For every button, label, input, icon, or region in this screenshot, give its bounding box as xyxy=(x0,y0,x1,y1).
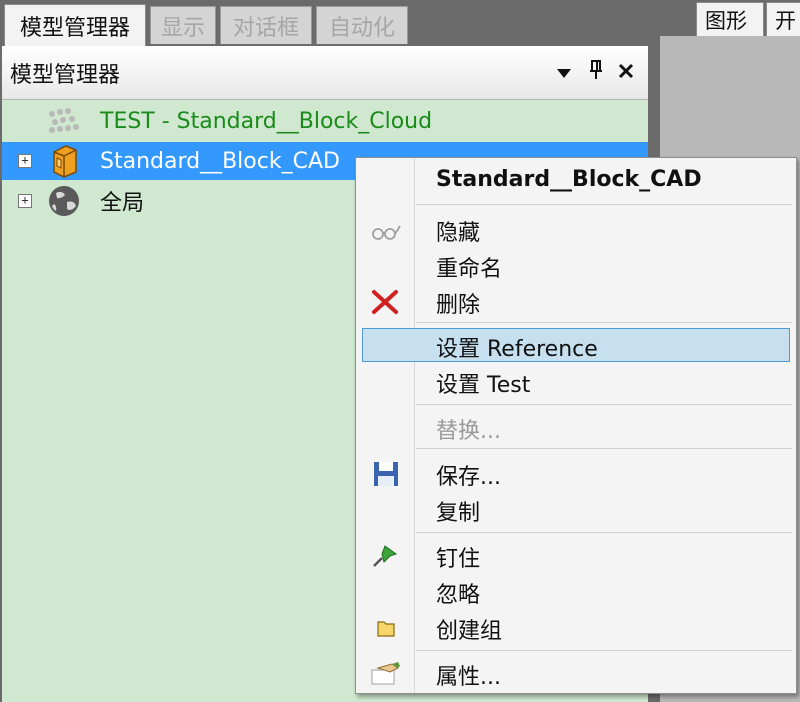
tree-item-label: 全局 xyxy=(100,191,145,216)
tree-item-label: TEST - Standard__Block_Cloud xyxy=(100,108,433,134)
menu-item-rename[interactable]: 重命名 xyxy=(356,248,796,284)
dropdown-arrow-icon[interactable] xyxy=(552,60,576,84)
tab-model-manager[interactable]: 模型管理器 xyxy=(4,4,146,46)
cad-block-icon xyxy=(53,145,77,178)
menu-item-copy[interactable]: 复制 xyxy=(356,492,796,528)
point-cloud-icon xyxy=(49,108,79,133)
tab-display[interactable]: 显示 xyxy=(150,6,216,44)
glasses-icon xyxy=(372,225,401,240)
pushpin-icon xyxy=(373,545,398,567)
tree-item-label: Standard__Block_CAD xyxy=(100,148,340,174)
delete-x-icon xyxy=(372,290,398,314)
expand-toggle[interactable]: + xyxy=(18,154,32,168)
menu-separator xyxy=(416,404,792,405)
menu-item-delete[interactable]: 删除 xyxy=(356,284,796,320)
tab-graphics[interactable]: 图形 xyxy=(696,2,764,36)
menu-item-replace: 替换... xyxy=(436,419,501,444)
menu-item-set-test[interactable]: 设置 Test xyxy=(356,364,796,400)
menu-item-pin[interactable]: 钉住 xyxy=(356,538,796,574)
menu-separator xyxy=(416,204,792,205)
menu-item-hide[interactable]: 隐藏 xyxy=(356,212,796,248)
tab-dialog[interactable]: 对话框 xyxy=(220,6,312,44)
menu-item-create-group[interactable]: 创建组 xyxy=(356,610,796,646)
panel-header: 模型管理器 xyxy=(2,46,648,100)
tab-open[interactable]: 开 xyxy=(766,2,800,36)
save-disk-icon xyxy=(374,462,398,486)
menu-separator xyxy=(416,650,792,651)
tab-automation[interactable]: 自动化 xyxy=(316,6,408,44)
folder-icon xyxy=(377,621,395,637)
menu-item-save[interactable]: 保存... xyxy=(356,456,796,492)
globe-icon xyxy=(49,186,79,216)
top-tab-strip: 模型管理器 显示 对话框 自动化 xyxy=(0,0,660,46)
expand-toggle[interactable]: + xyxy=(18,194,32,208)
menu-item-ignore[interactable]: 忽略 xyxy=(356,574,796,610)
pin-icon[interactable] xyxy=(584,60,608,85)
menu-item-set-reference[interactable]: 设置 Reference xyxy=(356,328,796,364)
tree-item-test-cloud[interactable]: TEST - Standard__Block_Cloud xyxy=(2,102,648,140)
menu-separator xyxy=(416,532,792,533)
context-menu: Standard__Block_CAD 隐藏 重命名 删除 设置 Referen… xyxy=(355,157,797,694)
menu-header: Standard__Block_CAD xyxy=(436,167,702,192)
menu-item-properties[interactable]: 属性... xyxy=(356,656,796,692)
close-icon[interactable] xyxy=(614,60,638,84)
menu-separator xyxy=(416,448,792,449)
menu-separator xyxy=(416,322,792,323)
properties-hand-icon xyxy=(371,662,400,685)
panel-title: 模型管理器 xyxy=(10,62,121,88)
